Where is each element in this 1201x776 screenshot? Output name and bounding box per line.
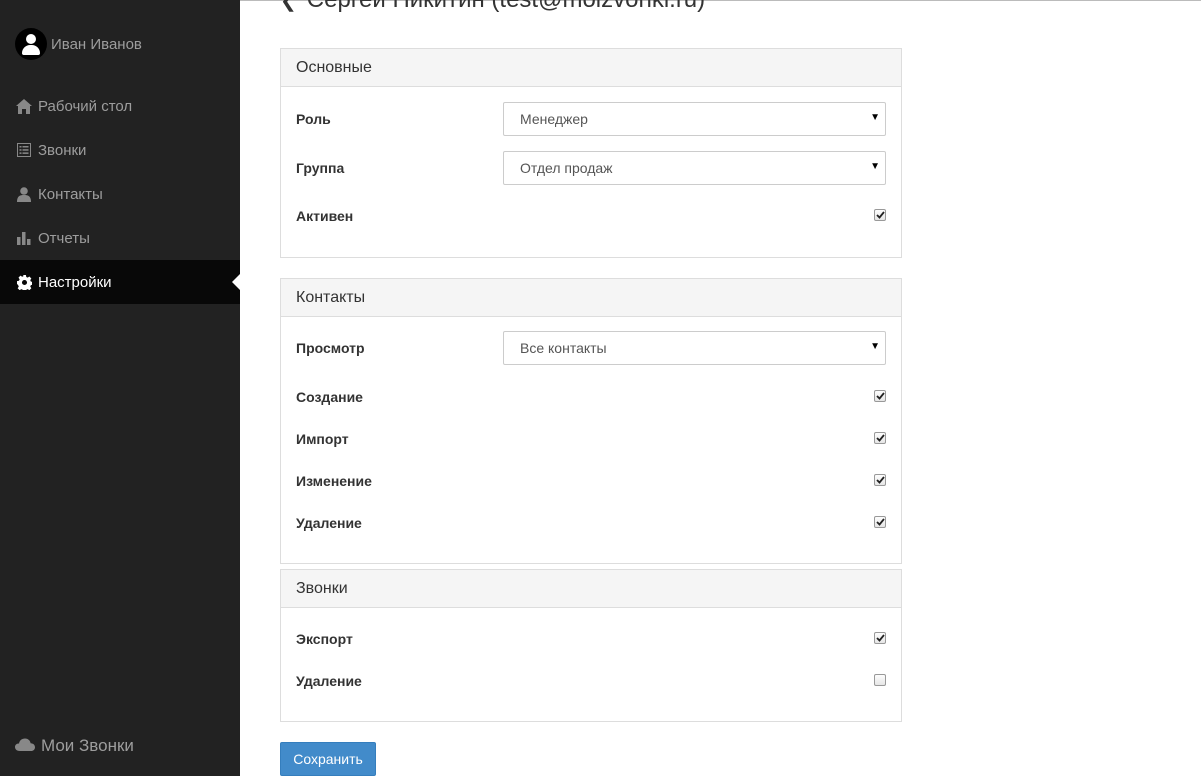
active-checkbox[interactable]: [874, 209, 886, 221]
list-icon: [15, 141, 33, 159]
save-button[interactable]: Сохранить: [280, 742, 376, 776]
home-icon: [15, 97, 33, 115]
form-row-role: Роль Менеджер ▼: [296, 102, 886, 136]
export-label: Экспорт: [296, 631, 353, 647]
group-select-value: Отдел продаж: [520, 160, 613, 176]
view-select[interactable]: Все контакты ▼: [503, 331, 886, 365]
calls-delete-checkbox[interactable]: [874, 674, 886, 686]
avatar-icon: [15, 28, 47, 60]
sidebar-item-calls[interactable]: Звонки: [0, 128, 240, 172]
check-icon: [875, 211, 885, 219]
brand-label: Мои Звонки: [41, 736, 134, 755]
import-checkbox[interactable]: [874, 432, 886, 444]
user-profile[interactable]: Иван Иванов: [15, 28, 142, 60]
panel-heading: Звонки: [281, 570, 901, 608]
sidebar-item-label: Контакты: [38, 185, 103, 203]
bar-chart-icon: [15, 229, 33, 247]
caret-down-icon: ▼: [870, 112, 880, 123]
check-icon: [875, 392, 885, 400]
role-select[interactable]: Менеджер ▼: [503, 102, 886, 136]
sidebar-item-reports[interactable]: Отчеты: [0, 216, 240, 260]
sidebar-item-contacts[interactable]: Контакты: [0, 172, 240, 216]
create-checkbox[interactable]: [874, 390, 886, 402]
back-arrow-icon[interactable]: ❮: [280, 0, 297, 13]
panel-heading: Контакты: [281, 279, 901, 317]
form-row-view: Просмотр Все контакты ▼: [296, 331, 886, 365]
form-row-import: Импорт: [296, 430, 886, 448]
sidebar-item-label: Настройки: [38, 273, 112, 291]
form-row-create: Создание: [296, 388, 886, 406]
check-icon: [875, 476, 885, 484]
create-label: Создание: [296, 389, 363, 405]
form-row-active: Активен: [296, 207, 886, 225]
sidebar-item-label: Звонки: [38, 141, 87, 159]
panel-contacts: Контакты Просмотр Все контакты ▼ Создани…: [280, 278, 902, 564]
check-icon: [875, 634, 885, 642]
cloud-icon: [15, 736, 35, 756]
form-row-calls-delete: Удаление: [296, 672, 886, 690]
form-row-edit: Изменение: [296, 472, 886, 490]
active-label: Активен: [296, 208, 354, 224]
panel-heading: Основные: [281, 49, 901, 87]
sidebar-item-label: Отчеты: [38, 229, 90, 247]
sidebar: Иван Иванов Рабочий стол Звонки Контакты…: [0, 0, 240, 776]
user-icon: [15, 185, 33, 203]
gear-icon: [15, 273, 33, 291]
role-select-value: Менеджер: [520, 111, 588, 127]
panel-basic: Основные Роль Менеджер ▼ Группа Отдел пр…: [280, 48, 902, 258]
page-title-text: Сергей Никитин (test@moizvonki.ru): [307, 0, 705, 13]
form-row-group: Группа Отдел продаж ▼: [296, 151, 886, 185]
check-icon: [875, 434, 885, 442]
import-label: Импорт: [296, 431, 349, 447]
page-title: ❮ Сергей Никитин (test@moizvonki.ru): [280, 0, 705, 14]
view-label: Просмотр: [296, 340, 365, 356]
sidebar-item-settings[interactable]: Настройки: [0, 260, 240, 304]
export-checkbox[interactable]: [874, 632, 886, 644]
delete-label: Удаление: [296, 515, 362, 531]
view-select-value: Все контакты: [520, 340, 607, 356]
edit-label: Изменение: [296, 473, 372, 489]
group-select[interactable]: Отдел продаж ▼: [503, 151, 886, 185]
sidebar-item-dashboard[interactable]: Рабочий стол: [0, 84, 240, 128]
group-label: Группа: [296, 160, 345, 176]
check-icon: [875, 518, 885, 526]
edit-checkbox[interactable]: [874, 474, 886, 486]
brand-logo[interactable]: Мои Звонки: [15, 736, 134, 756]
sidebar-nav: Рабочий стол Звонки Контакты Отчеты Наст…: [0, 84, 240, 304]
delete-checkbox[interactable]: [874, 516, 886, 528]
role-label: Роль: [296, 111, 331, 127]
user-name: Иван Иванов: [51, 35, 142, 53]
panel-calls: Звонки Экспорт Удаление: [280, 569, 902, 722]
calls-delete-label: Удаление: [296, 673, 362, 689]
form-row-delete: Удаление: [296, 514, 886, 532]
caret-down-icon: ▼: [870, 161, 880, 172]
caret-down-icon: ▼: [870, 341, 880, 352]
form-row-export: Экспорт: [296, 630, 886, 648]
sidebar-item-label: Рабочий стол: [38, 97, 133, 115]
